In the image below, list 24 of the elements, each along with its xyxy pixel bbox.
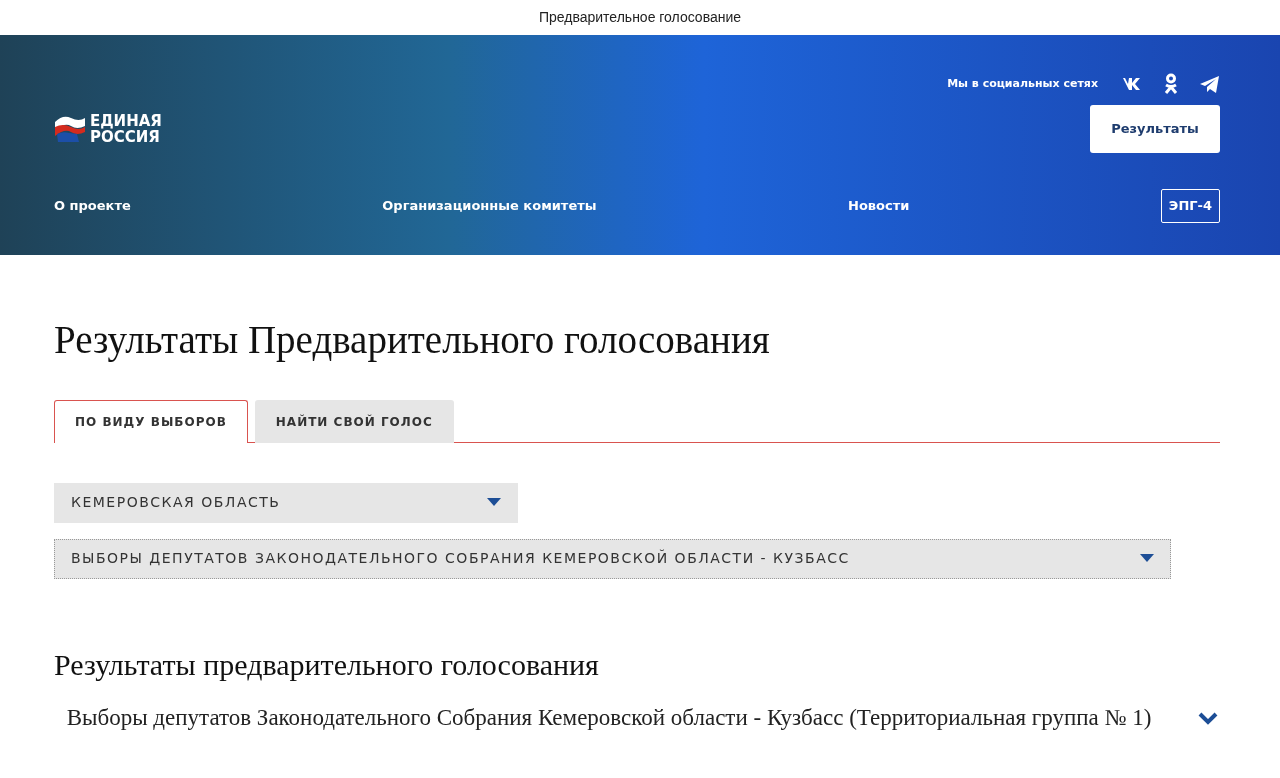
results-button[interactable]: Результаты	[1090, 105, 1220, 153]
social-label: Мы в социальных сетях	[947, 75, 1098, 92]
logo-text: РОССИЯ	[90, 129, 160, 145]
select-value: ВЫБОРЫ ДЕПУТАТОВ ЗАКОНОДАТЕЛЬНОГО СОБРАНИЯ КЕМЕРОВСКОЙ ОБЛАСТИ - КУЗБАСС	[71, 548, 850, 569]
vk-icon[interactable]	[1120, 77, 1142, 91]
page-title: Результаты Предварительного голосования	[54, 317, 771, 364]
accordion-title[interactable]: Выборы депутатов Законодательного Собрания Кемеровской области - Кузбасс (Территориальная группа № 1)	[54, 702, 1164, 732]
chevron-icon[interactable]	[1198, 711, 1218, 725]
tab[interactable]: ПО ВИДУ ВЫБОРОВ	[54, 399, 248, 443]
paper-plane-icon[interactable]	[1200, 75, 1220, 93]
nav-link[interactable]: Новости	[848, 196, 910, 216]
odnoklassniki-icon[interactable]	[1164, 73, 1178, 95]
nav-link[interactable]: Организационные комитеты	[382, 196, 597, 216]
nav-link[interactable]: О проекте	[54, 196, 131, 216]
select-dropdown[interactable]: КЕМЕРОВСКАЯ ОБЛАСТЬ	[54, 482, 518, 523]
caret-icon	[487, 498, 501, 508]
caret-icon	[1140, 554, 1154, 564]
select-dropdown[interactable]: ВЫБОРЫ ДЕПУТАТОВ ЗАКОНОДАТЕЛЬНОГО СОБРАНИЯ КЕМЕРОВСКОЙ ОБЛАСТИ - КУЗБАСС	[54, 538, 1171, 579]
select-value: КЕМЕРОВСКАЯ ОБЛАСТЬ	[71, 493, 281, 513]
section-title: Результаты предварительного голосования	[54, 646, 600, 683]
window-title: Предварительное голосование	[538, 8, 742, 27]
logo-text: ЕДИНАЯ	[90, 113, 162, 129]
tab[interactable]: НАЙТИ СВОЙ ГОЛОС	[254, 399, 454, 443]
epg-button[interactable]: ЭПГ-4	[1160, 189, 1220, 223]
